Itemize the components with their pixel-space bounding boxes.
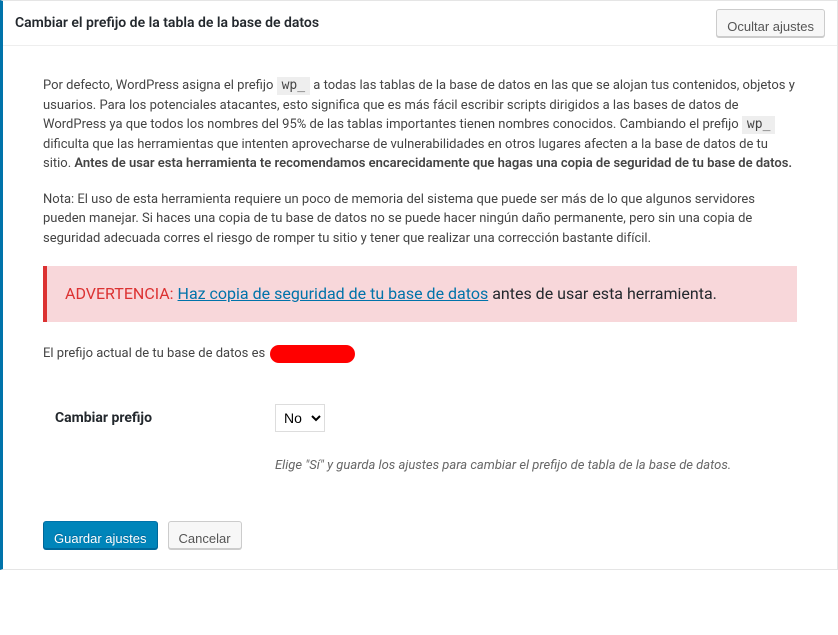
change-prefix-label: Cambiar prefijo — [55, 404, 275, 426]
warning-box: ADVERTENCIA: Haz copia de seguridad de t… — [43, 266, 797, 322]
prefix-code-1: wp_ — [277, 77, 310, 95]
change-prefix-field: No Sí Elige "Sí" y guarda los ajustes pa… — [275, 404, 797, 473]
form-row-change-prefix: Cambiar prefijo No Sí Elige "Sí" y guard… — [43, 394, 797, 487]
current-prefix-line: El prefijo actual de tu base de datos es — [43, 344, 797, 364]
intro-text-1a: Por defecto, WordPress asigna el prefijo — [43, 78, 277, 93]
hide-settings-button[interactable]: Ocultar ajustes — [716, 9, 825, 37]
prefix-code-2: wp_ — [742, 116, 775, 134]
cancel-button[interactable]: Cancelar — [168, 521, 242, 549]
redacted-prefix — [270, 345, 355, 363]
current-prefix-text: El prefijo actual de tu base de datos es — [43, 346, 268, 361]
warning-text: ADVERTENCIA: Haz copia de seguridad de t… — [65, 282, 779, 306]
settings-panel: Cambiar el prefijo de la tabla de la bas… — [0, 0, 838, 570]
save-button[interactable]: Guardar ajustes — [43, 521, 158, 549]
panel-title: Cambiar el prefijo de la tabla de la bas… — [15, 15, 319, 31]
panel-body: Por defecto, WordPress asigna el prefijo… — [3, 46, 837, 507]
change-prefix-select[interactable]: No Sí — [275, 404, 325, 432]
intro-bold: Antes de usar esta herramienta te recome… — [74, 156, 792, 171]
warning-label: ADVERTENCIA: — [65, 284, 174, 303]
change-prefix-help: Elige "Sí" y guarda los ajustes para cam… — [275, 458, 797, 473]
intro-paragraph-2: Nota: El uso de esta herramienta requier… — [43, 190, 797, 249]
backup-link[interactable]: Haz copia de seguridad de tu base de dat… — [178, 284, 489, 303]
intro-paragraph-1: Por defecto, WordPress asigna el prefijo… — [43, 76, 797, 174]
button-row: Guardar ajustes Cancelar — [3, 507, 837, 569]
warning-after: antes de usar esta herramienta. — [488, 284, 717, 303]
panel-header: Cambiar el prefijo de la tabla de la bas… — [3, 1, 837, 46]
